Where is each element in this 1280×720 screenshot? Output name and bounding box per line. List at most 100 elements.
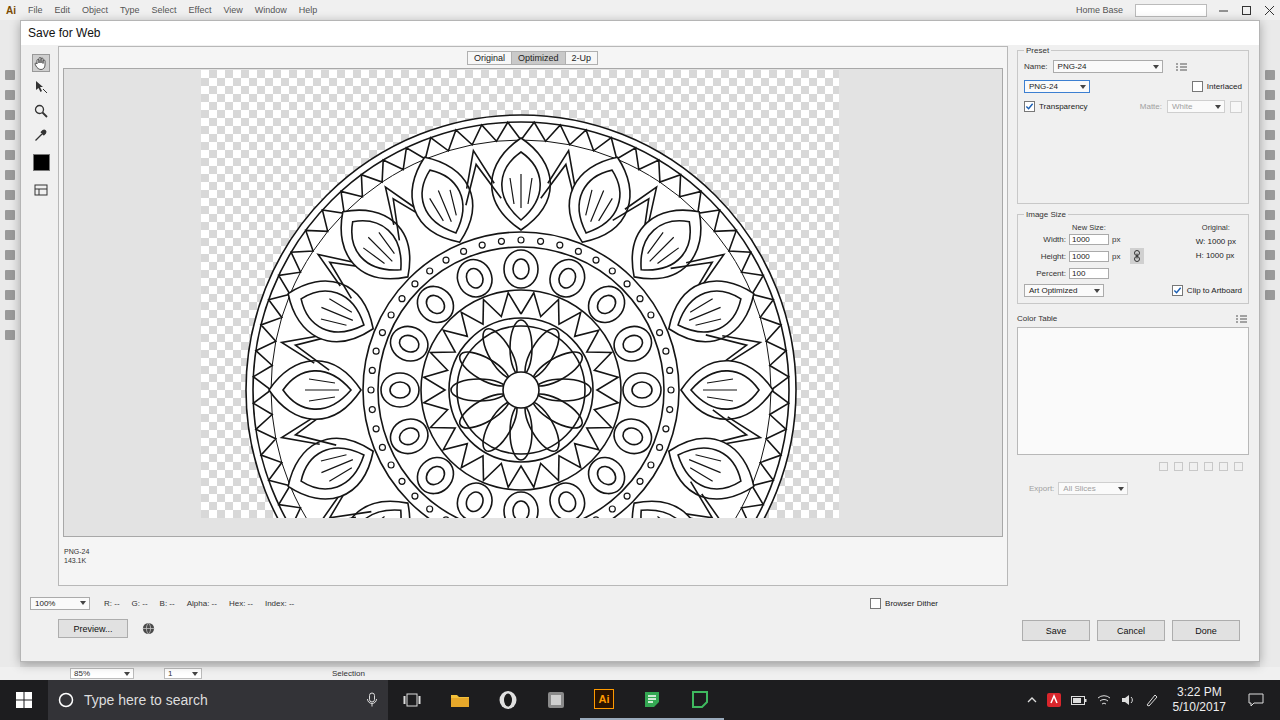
checkbox-box[interactable] [870, 598, 881, 609]
camtasia-icon[interactable] [628, 680, 676, 720]
panel-icon[interactable] [1265, 190, 1275, 200]
action-center-icon[interactable] [1232, 680, 1280, 720]
opera-icon[interactable] [484, 680, 532, 720]
zoom-dropdown[interactable]: 85% [70, 668, 134, 679]
cancel-button[interactable]: Cancel [1097, 620, 1165, 641]
panel-icon[interactable] [1265, 70, 1275, 80]
tool-icon[interactable] [5, 290, 15, 300]
color-action-icon[interactable] [1234, 462, 1243, 471]
help-search[interactable] [1135, 4, 1207, 17]
network-icon[interactable] [1097, 693, 1111, 707]
transparency-checkbox[interactable]: Transparency [1024, 101, 1088, 112]
interlaced-checkbox[interactable]: Interlaced [1192, 81, 1242, 92]
zoom-level-dropdown[interactable]: 100% [30, 597, 90, 610]
tool-icon[interactable] [5, 90, 15, 100]
tool-icon[interactable] [5, 210, 15, 220]
adobe-cc-icon[interactable] [1047, 693, 1061, 707]
checkbox-box[interactable] [1024, 101, 1035, 112]
camtasia-recorder-icon[interactable] [676, 680, 724, 720]
color-action-icon[interactable] [1204, 462, 1213, 471]
app-icon[interactable] [532, 680, 580, 720]
current-tool[interactable]: Selection [332, 669, 365, 678]
tool-icon[interactable] [5, 130, 15, 140]
view-tab[interactable]: Optimized [511, 51, 566, 65]
tool-icon[interactable] [5, 270, 15, 280]
checkbox-box[interactable] [1172, 285, 1183, 296]
color-action-icon[interactable] [1219, 462, 1228, 471]
color-action-icon[interactable] [1189, 462, 1198, 471]
zoom-tool-icon[interactable] [32, 102, 50, 120]
panel-icon[interactable] [1265, 210, 1275, 220]
artboard-dropdown[interactable]: 1 [164, 668, 202, 679]
preset-name-dropdown[interactable]: PNG-24 [1053, 60, 1163, 73]
menu-item[interactable]: Type [120, 5, 140, 15]
browser-dither-checkbox[interactable]: Browser Dither [870, 598, 938, 609]
panel-icon[interactable] [1265, 270, 1275, 280]
checkbox-box[interactable] [1192, 81, 1203, 92]
clock[interactable]: 3:22 PM 5/10/2017 [1167, 685, 1232, 715]
tool-icon[interactable] [5, 110, 15, 120]
eyedropper-tool-icon[interactable] [32, 126, 50, 144]
taskbar-search[interactable]: Type here to search [48, 680, 388, 720]
size-input[interactable]: 100 [1069, 268, 1109, 279]
panel-icon[interactable] [1265, 290, 1275, 300]
panel-icon[interactable] [1265, 170, 1275, 180]
battery-icon[interactable] [1071, 694, 1087, 706]
matte-dropdown[interactable]: White [1167, 100, 1225, 113]
size-input[interactable]: 1000 [1069, 251, 1109, 262]
menu-item[interactable]: Effect [189, 5, 212, 15]
color-table-menu-icon[interactable] [1236, 315, 1247, 323]
tool-icon[interactable] [5, 250, 15, 260]
pen-workspace-icon[interactable] [1145, 693, 1159, 707]
view-tab[interactable]: 2-Up [565, 51, 599, 65]
eyedropper-color-swatch[interactable] [33, 154, 50, 171]
panel-icon[interactable] [1265, 150, 1275, 160]
volume-icon[interactable] [1121, 693, 1135, 707]
microphone-icon[interactable] [366, 692, 378, 708]
file-format-dropdown[interactable]: PNG-24 [1024, 80, 1090, 93]
preview-canvas[interactable] [63, 68, 1003, 537]
tool-icon[interactable] [5, 150, 15, 160]
panel-icon[interactable] [1265, 250, 1275, 260]
menu-item[interactable]: Object [82, 5, 108, 15]
resample-dropdown[interactable]: Art Optimized [1024, 284, 1104, 297]
matte-color-swatch[interactable] [1230, 101, 1242, 113]
panel-icon[interactable] [1265, 110, 1275, 120]
tool-icon[interactable] [5, 170, 15, 180]
color-action-icon[interactable] [1159, 462, 1168, 471]
preview-button[interactable]: Preview... [58, 619, 128, 638]
panel-icon[interactable] [1265, 230, 1275, 240]
constrain-proportions-link-icon[interactable] [1130, 248, 1144, 264]
panel-icon[interactable] [1265, 130, 1275, 140]
clip-to-artboard-checkbox[interactable]: Clip to Artboard [1172, 285, 1242, 296]
close-icon[interactable] [1265, 6, 1274, 15]
file-explorer-icon[interactable] [436, 680, 484, 720]
panel-icon[interactable] [1265, 90, 1275, 100]
toggle-slices-visibility-icon[interactable] [32, 181, 50, 199]
slice-select-tool-icon[interactable] [32, 78, 50, 96]
tool-icon[interactable] [5, 70, 15, 80]
task-view-icon[interactable] [388, 680, 436, 720]
size-input[interactable]: 1000 [1069, 234, 1109, 245]
preset-menu-icon[interactable] [1176, 63, 1187, 71]
restore-icon[interactable] [1242, 6, 1251, 15]
save-button[interactable]: Save [1022, 620, 1090, 641]
tool-icon[interactable] [5, 190, 15, 200]
hand-tool-icon[interactable] [32, 54, 50, 72]
menu-item[interactable]: View [223, 5, 242, 15]
illustrator-taskbar-button[interactable]: Ai [580, 680, 628, 720]
menu-item[interactable]: Edit [55, 5, 71, 15]
tool-icon[interactable] [5, 330, 15, 340]
tool-icon[interactable] [5, 230, 15, 240]
browser-globe-icon[interactable] [142, 622, 155, 635]
menu-item[interactable]: File [28, 5, 43, 15]
menu-item[interactable]: Window [255, 5, 287, 15]
show-hidden-icons-icon[interactable] [1027, 696, 1037, 704]
color-action-icon[interactable] [1174, 462, 1183, 471]
start-button[interactable] [0, 680, 48, 720]
workspace-switcher[interactable]: Home Base [1076, 5, 1123, 15]
tool-icon[interactable] [5, 310, 15, 320]
dialog-title-bar[interactable]: Save for Web [21, 21, 1259, 45]
export-dropdown[interactable]: All Slices [1058, 482, 1128, 495]
menu-item[interactable]: Select [152, 5, 177, 15]
